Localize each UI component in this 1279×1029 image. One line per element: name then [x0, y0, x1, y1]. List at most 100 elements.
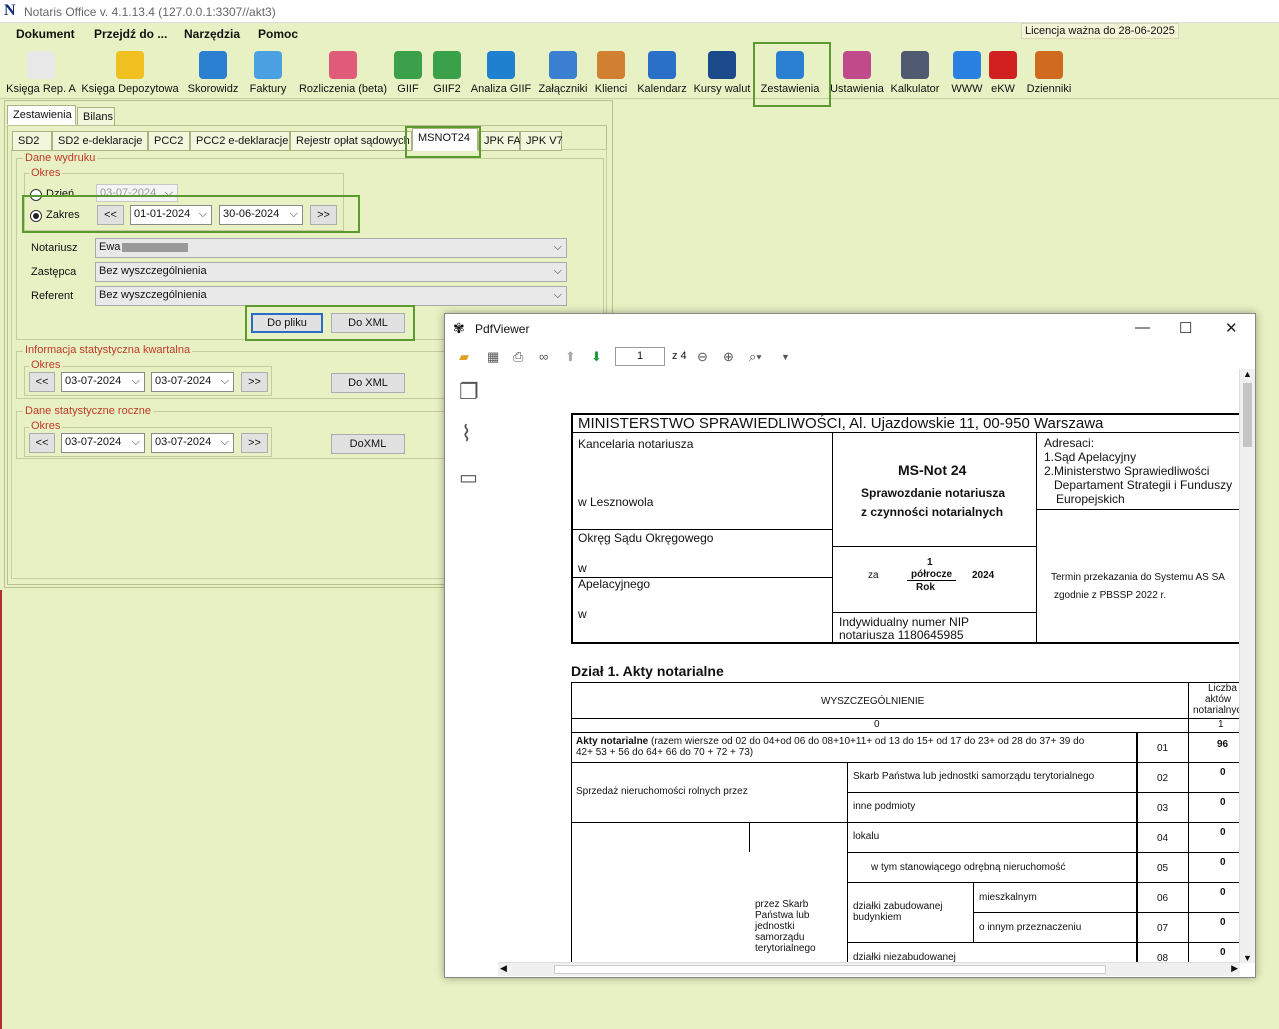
menu-narzedzia[interactable]: Narzędzia	[184, 27, 240, 41]
roczne-next-button[interactable]: >>	[241, 433, 268, 453]
calendar-icon	[648, 51, 676, 79]
form-title-2: z czynności notarialnych	[861, 505, 1004, 519]
notariusz-select[interactable]: Ewa ⌵	[95, 238, 567, 258]
okreg-label: Okręg Sądu Okręgowego	[578, 531, 714, 545]
open-folder-icon[interactable]: ▰	[459, 349, 469, 365]
attachment-icon[interactable]: ⌇	[461, 421, 472, 447]
index-icon	[199, 51, 227, 79]
roczne-prev-button[interactable]: <<	[29, 433, 55, 453]
dollar-search-icon	[487, 51, 515, 79]
kwartalna-title: Informacja statystyczna kwartalna	[23, 344, 193, 356]
globe-icon	[953, 51, 981, 79]
termin-label-2: zgodnie z PBSSP 2022 r.	[1054, 590, 1167, 601]
scroll-up-icon[interactable]: ▲	[1243, 369, 1252, 379]
pdf-window-title: PdfViewer	[475, 322, 530, 336]
adresat-2-eu: Europejskich	[1056, 492, 1125, 506]
tab-pcc2[interactable]: PCC2	[148, 131, 190, 151]
adresat-2-dept: Departament Strategii i Funduszy	[1054, 478, 1233, 492]
print-icon[interactable]: ⎙	[513, 349, 523, 365]
tab-rejestr-oplat[interactable]: Rejestr opłat sądowych	[290, 131, 412, 151]
find-binoculars-icon[interactable]: ∞	[539, 349, 548, 364]
tab-jpk-v7[interactable]: JPK V7	[520, 131, 563, 151]
zastepca-select[interactable]: Bez wyszczególnienia ⌵	[95, 262, 567, 282]
roczne-from-date[interactable]: 03-07-2024 ⌵	[61, 433, 145, 453]
apelacyjnego-label: Apelacyjnego	[578, 577, 651, 591]
minimize-icon[interactable]: —	[1135, 319, 1150, 336]
pdf-horizontal-scrollbar[interactable]: ◀ ▶	[498, 962, 1240, 976]
toolbar-www-button[interactable]: WWW	[950, 47, 984, 97]
scroll-left-icon[interactable]: ◀	[500, 963, 507, 974]
row-value: 0	[1220, 797, 1226, 808]
toolbar-kursy-walut-button[interactable]: Kursy walut	[692, 47, 752, 97]
kwartalna-to-date[interactable]: 03-07-2024 ⌵	[151, 372, 234, 392]
form-code: MS-Not 24	[898, 462, 967, 478]
toolbar-rozliczenia-beta-button[interactable]: Rozliczenia (beta)	[296, 47, 390, 97]
przez-label-3: jednostki	[755, 921, 795, 932]
okres-title: Okres	[29, 167, 63, 179]
toolbar-skorowidz-button[interactable]: Skorowidz	[184, 47, 242, 97]
thumbnails-icon[interactable]: ▦	[487, 349, 499, 365]
highlight-zakres	[22, 195, 360, 233]
toolbar-dzienniki-button[interactable]: Dzienniki	[1024, 47, 1074, 97]
toolbar-label: Analiza GIIF	[470, 83, 532, 95]
toolbar-label: Kalkulator	[890, 83, 940, 95]
app-logo-icon: N	[4, 2, 16, 19]
maximize-icon[interactable]: ☐	[1179, 319, 1192, 337]
toolbar-label: Kalendarz	[637, 83, 687, 95]
tab-bilans[interactable]: Bilans	[77, 107, 115, 127]
page-number-input[interactable]: 1	[615, 347, 665, 366]
toolbar-księga-depozytowa-button[interactable]: Księga Depozytowa	[80, 47, 180, 97]
toolbar-księga-rep-a-button[interactable]: Księga Rep. A	[4, 47, 78, 97]
row-no: 01	[1157, 743, 1169, 754]
toolbar-ekw-button[interactable]: eKW	[988, 47, 1018, 97]
tab-zestawienia[interactable]: Zestawienia	[7, 105, 76, 125]
toolbar-kalendarz-button[interactable]: Kalendarz	[634, 47, 690, 97]
row-value: 96	[1217, 739, 1229, 750]
referent-select[interactable]: Bez wyszczególnienia ⌵	[95, 286, 567, 306]
tab-pcc2-edeklaracje[interactable]: PCC2 e-deklaracje	[190, 131, 290, 151]
menu-przejdz-do[interactable]: Przejdź do ...	[94, 27, 167, 41]
kwartalna-next-button[interactable]: >>	[241, 372, 268, 392]
comments-icon[interactable]: ▭	[459, 465, 478, 490]
pdf-app-icon: ✾	[453, 320, 465, 336]
toolbar-giif-button[interactable]: GIIF	[392, 47, 424, 97]
toolbar-analiza-giif-button[interactable]: Analiza GIIF	[468, 47, 534, 97]
przez-label-4: samorządu	[755, 932, 805, 943]
kancelaria-label: Kancelaria notariusza	[578, 437, 694, 451]
tab-sd2[interactable]: SD2	[12, 131, 52, 151]
toolbar-ustawienia-button[interactable]: Ustawienia	[828, 47, 886, 97]
previous-page-icon[interactable]: ⬆	[565, 349, 576, 365]
pdf-vertical-scrollbar[interactable]: ▲ ▼	[1239, 369, 1255, 963]
kwartalna-do-xml-button[interactable]: Do XML	[331, 373, 405, 393]
left-edge	[0, 590, 2, 1029]
toolbar-giif2-button[interactable]: GIIF2	[428, 47, 466, 97]
zoom-in-icon[interactable]: ⊕	[723, 349, 734, 365]
menu-pomoc[interactable]: Pomoc	[258, 27, 298, 41]
roczne-to-date[interactable]: 03-07-2024 ⌵	[151, 433, 234, 453]
menu-dokument[interactable]: Dokument	[16, 27, 75, 41]
tab-jpk-fa[interactable]: JPK FA	[478, 131, 521, 151]
horizontal-scroll-thumb[interactable]	[554, 965, 1106, 974]
pdf-toolbar: ▰ ▦ ⎙ ∞ ⬆ ⬇ 1 z 4 ⊖ ⊕ ⌕▾ ▼	[445, 345, 1255, 369]
kwartalna-from-date[interactable]: 03-07-2024 ⌵	[61, 372, 145, 392]
scroll-right-icon[interactable]: ▶	[1231, 963, 1238, 974]
next-page-icon[interactable]: ⬇	[591, 349, 602, 365]
roczne-do-xml-button[interactable]: DoXML	[331, 434, 405, 454]
zoom-menu-icon[interactable]: ⌕▾	[749, 349, 762, 365]
nip-label: Indywidualny numer NIP	[839, 615, 970, 629]
toolbar-załączniki-button[interactable]: Załączniki	[536, 47, 590, 97]
kwartalna-prev-button[interactable]: <<	[29, 372, 55, 392]
toolbar-klienci-button[interactable]: Klienci	[592, 47, 630, 97]
scroll-down-icon[interactable]: ▼	[1243, 953, 1252, 963]
zoom-out-icon[interactable]: ⊖	[697, 349, 708, 365]
pdf-document: MINISTERSTWO SPRAWIEDLIWOŚCI, Al. Ujazdo…	[498, 369, 1240, 963]
tab-sd2-edeklaracje[interactable]: SD2 e-deklaracje	[52, 131, 148, 151]
toolbar-label: GIIF2	[433, 83, 461, 95]
wyszczegolnienie-header: WYSZCZEGÓLNIENIE	[821, 696, 925, 707]
vertical-scroll-thumb[interactable]	[1243, 383, 1252, 447]
close-icon[interactable]: ✕	[1225, 319, 1238, 337]
toolbar-faktury-button[interactable]: Faktury	[244, 47, 292, 97]
pages-icon[interactable]: ❐	[459, 379, 479, 405]
more-dropdown-icon[interactable]: ▼	[781, 352, 790, 362]
toolbar-kalkulator-button[interactable]: Kalkulator	[890, 47, 940, 97]
